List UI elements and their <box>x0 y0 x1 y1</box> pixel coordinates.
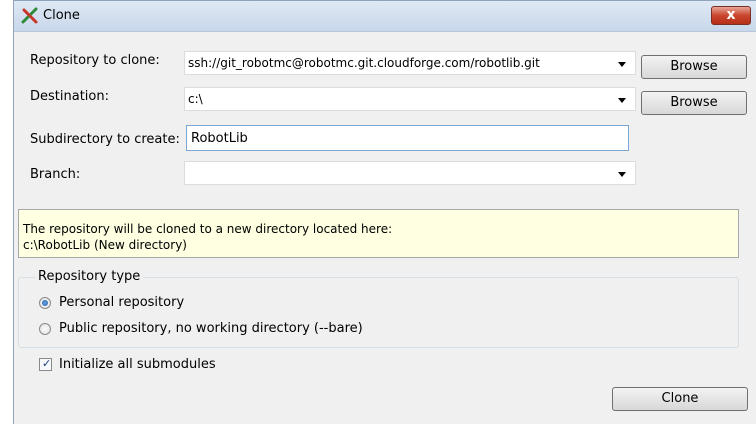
chevron-down-icon <box>618 172 626 177</box>
clone-app-icon <box>21 7 38 24</box>
repository-browse-button[interactable]: Browse <box>641 55 747 79</box>
submodules-label[interactable]: Initialize all submodules <box>59 357 216 372</box>
info-line-2: c:\RobotLib (New directory) <box>23 238 187 252</box>
personal-repository-radio[interactable] <box>39 297 51 309</box>
repository-type-legend: Repository type <box>35 269 144 284</box>
window-title: Clone <box>43 8 80 23</box>
submodules-checkbox[interactable]: ✓ <box>39 357 52 371</box>
public-repository-label[interactable]: Public repository, no working directory … <box>59 321 363 336</box>
subdirectory-value: RobotLib <box>191 131 248 146</box>
clone-location-info: The repository will be cloned to a new d… <box>18 209 739 258</box>
repository-combobox[interactable]: ssh://git_robotmc@robotmc.git.cloudforge… <box>184 51 636 75</box>
destination-value: c:\ <box>188 92 203 106</box>
repository-type-group <box>18 277 739 348</box>
subdirectory-label: Subdirectory to create: <box>30 132 180 147</box>
branch-label: Branch: <box>30 167 81 182</box>
close-button[interactable]: x <box>711 6 751 25</box>
clone-button[interactable]: Clone <box>612 387 748 411</box>
destination-browse-button[interactable]: Browse <box>641 91 747 115</box>
clone-dialog: Clone x Repository to clone: ssh://git_r… <box>13 0 756 424</box>
info-line-1: The repository will be cloned to a new d… <box>23 222 393 236</box>
subdirectory-input[interactable]: RobotLib <box>186 125 629 151</box>
destination-label: Destination: <box>30 89 109 104</box>
repository-label: Repository to clone: <box>30 53 160 68</box>
close-icon: x <box>726 7 736 23</box>
chevron-down-icon <box>618 98 626 103</box>
personal-repository-label[interactable]: Personal repository <box>59 295 184 310</box>
destination-combobox[interactable]: c:\ <box>184 87 636 111</box>
chevron-down-icon <box>618 62 626 67</box>
title-bar: Clone x <box>14 1 756 32</box>
branch-combobox[interactable] <box>184 161 636 185</box>
repository-value: ssh://git_robotmc@robotmc.git.cloudforge… <box>188 56 540 70</box>
checkmark-icon: ✓ <box>42 357 52 370</box>
public-repository-radio[interactable] <box>39 323 51 335</box>
